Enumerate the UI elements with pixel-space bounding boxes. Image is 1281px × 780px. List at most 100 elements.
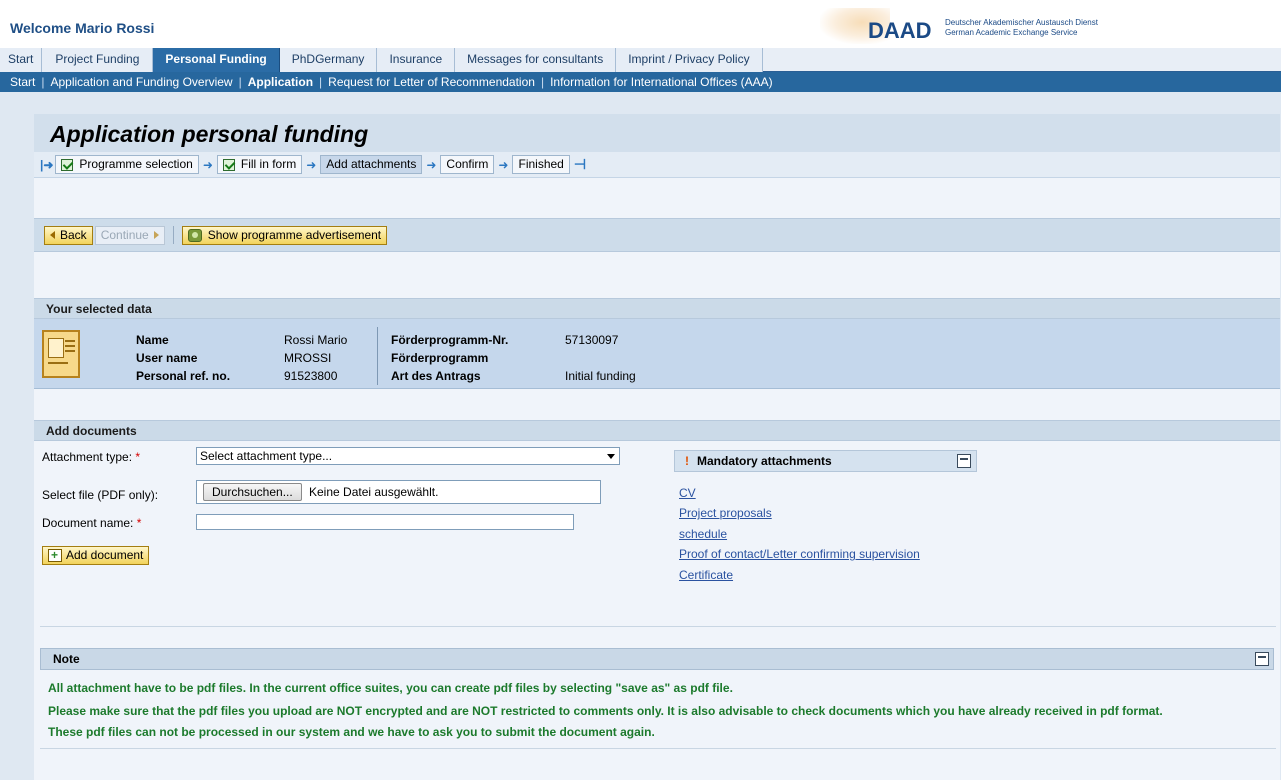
main-tabs: Start Project Funding Personal Funding P… (0, 48, 1281, 72)
required-mark: * (136, 516, 142, 530)
select-file-label: Select file (PDF only): (42, 488, 159, 502)
collapse-icon[interactable] (1255, 652, 1269, 666)
application-type-label: Art des Antrags (391, 369, 481, 383)
logo-subtitle: Deutscher Akademischer Austausch Dienst … (945, 18, 1098, 38)
subnav-separator: | (540, 75, 545, 89)
divider (40, 748, 1276, 749)
roadmap-end-icon: ⊣ (573, 156, 587, 172)
application-panel: Application personal funding |➜ Programm… (34, 114, 1280, 780)
mandatory-attachments-heading: ! Mandatory attachments (674, 450, 977, 472)
arrow-right-icon: ➜ (202, 157, 213, 172)
step-programme-selection[interactable]: Programme selection (55, 155, 199, 174)
roadmap: |➜ Programme selection ➜ Fill in form ➜ … (34, 152, 1280, 178)
step-add-attachments[interactable]: Add attachments (320, 155, 423, 174)
subnav-letter-of-recommendation[interactable]: Request for Letter of Recommendation (328, 75, 535, 89)
programme-nr-label: Förderprogramm-Nr. (391, 333, 509, 347)
roadmap-start-icon: |➜ (40, 157, 54, 172)
name-label: Name (136, 333, 169, 347)
required-mark: * (135, 450, 141, 464)
sub-navigation: Start | Application and Funding Overview | A… (0, 72, 1281, 92)
exclamation-icon: ! (685, 454, 689, 468)
arrow-right-icon: ➜ (306, 157, 317, 172)
mandatory-link-project-proposals[interactable]: Project proposals (679, 506, 772, 520)
subnav-separator: | (319, 75, 323, 89)
mandatory-link-schedule[interactable]: schedule (679, 527, 727, 541)
document-name-field[interactable] (196, 514, 574, 530)
subnav-application-overview[interactable]: Application and Funding Overview (50, 75, 232, 89)
tab-project-funding[interactable]: Project Funding (42, 48, 154, 72)
step-label: Add attachments (326, 157, 417, 171)
welcome-text: Welcome Mario Rossi (10, 20, 155, 36)
browse-button[interactable]: Durchsuchen... (203, 483, 302, 501)
personal-ref-label: Personal ref. no. (136, 369, 231, 383)
advertisement-icon (187, 228, 202, 242)
checkmark-icon (222, 158, 235, 171)
step-label: Fill in form (240, 157, 297, 171)
file-status: Keine Datei ausgewählt. (309, 485, 439, 499)
add-document-icon (48, 547, 62, 564)
user-name-value: MROSSI (284, 351, 332, 365)
continue-button[interactable]: Continue (94, 225, 165, 245)
step-finished[interactable]: Finished (512, 155, 570, 174)
application-type-value: Initial funding (565, 369, 636, 383)
step-label: Programme selection (79, 157, 193, 171)
arrow-left-icon (50, 231, 55, 239)
attachment-type-label-text: Attachment type: (42, 450, 133, 464)
back-button[interactable]: Back (44, 225, 93, 245)
mandatory-link-cv[interactable]: CV (679, 486, 696, 500)
add-documents-heading: Add documents (34, 420, 1280, 441)
subnav-international-offices[interactable]: Information for International Offices (A… (550, 75, 773, 89)
user-card-icon (42, 330, 80, 378)
show-advertisement-button[interactable]: Show programme advertisement (181, 225, 388, 245)
show-advertisement-label: Show programme advertisement (207, 227, 382, 242)
step-label: Finished (518, 157, 564, 171)
divider (377, 327, 378, 385)
continue-label: Continue (100, 227, 149, 242)
mandatory-attachments-title: Mandatory attachments (697, 454, 832, 468)
logo-subtitle-de: Deutscher Akademischer Austausch Dienst (945, 18, 1098, 27)
back-label: Back (60, 227, 87, 242)
toolbar: Back Continue Show programme advertiseme… (34, 218, 1280, 252)
step-confirm[interactable]: Confirm (440, 155, 495, 174)
tab-insurance[interactable]: Insurance (377, 48, 456, 72)
left-rail (0, 92, 8, 780)
tab-phdgermany[interactable]: PhDGermany (279, 48, 378, 72)
tab-messages-for-consultants[interactable]: Messages for consultants (455, 48, 617, 72)
header: Welcome Mario Rossi DAAD Deutscher Akade… (0, 0, 1281, 48)
programme-nr-value: 57130097 (565, 333, 619, 347)
subnav-separator: | (41, 75, 45, 89)
subnav-application[interactable]: Application (248, 75, 313, 89)
tab-personal-funding[interactable]: Personal Funding (153, 48, 280, 72)
mandatory-link-proof-of-contact[interactable]: Proof of contact/Letter confirming super… (679, 547, 920, 561)
logo-subtitle-en: German Academic Exchange Service (945, 28, 1078, 37)
attachment-type-value: Select attachment type... (200, 449, 333, 463)
file-input[interactable]: Durchsuchen... Keine Datei ausgewählt. (196, 480, 601, 504)
document-name-label-text: Document name: (42, 516, 134, 530)
chevron-down-icon (607, 454, 615, 459)
divider (40, 626, 1276, 627)
subnav-start[interactable]: Start (10, 75, 35, 89)
note-heading: Note (40, 648, 1274, 670)
arrow-right-icon: ➜ (426, 157, 437, 172)
note-line: All attachment have to be pdf files. In … (48, 681, 733, 695)
step-fill-in-form[interactable]: Fill in form (216, 155, 303, 174)
tab-start[interactable]: Start (0, 48, 43, 72)
add-documents-form: Attachment type: * Select attachment typ… (34, 442, 1280, 628)
attachment-type-select[interactable]: Select attachment type... (196, 447, 620, 465)
document-name-label: Document name: * (42, 516, 141, 530)
name-value: Rossi Mario (284, 333, 348, 347)
note-title: Note (53, 652, 80, 666)
note-line: These pdf files can not be processed in … (48, 725, 655, 739)
add-document-button[interactable]: Add document (42, 546, 150, 565)
programme-label: Förderprogramm (391, 351, 489, 365)
page-title: Application personal funding (34, 114, 1280, 152)
checkmark-icon (61, 158, 74, 171)
tab-imprint-privacy[interactable]: Imprint / Privacy Policy (616, 48, 763, 72)
collapse-icon[interactable] (957, 454, 971, 468)
step-label: Confirm (446, 157, 489, 171)
mandatory-link-certificate[interactable]: Certificate (679, 568, 733, 582)
arrow-right-icon: ➜ (498, 157, 509, 172)
user-name-label: User name (136, 351, 198, 365)
content-area: Application personal funding |➜ Programm… (8, 92, 1281, 780)
daad-logo: DAAD Deutscher Akademischer Austausch Di… (820, 8, 1140, 44)
